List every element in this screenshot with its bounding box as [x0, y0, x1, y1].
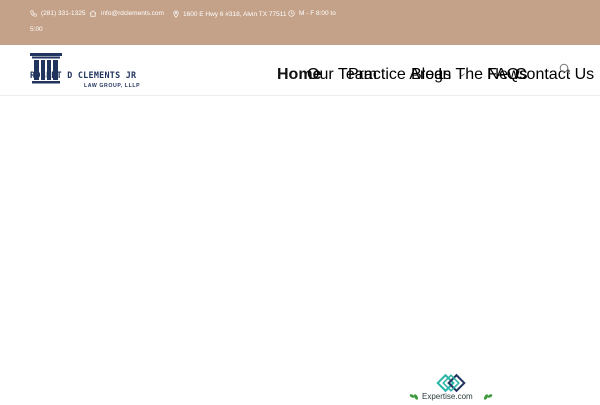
email-contact[interactable]: info@rdclements.com: [89, 10, 164, 17]
clock-icon: [288, 10, 295, 17]
pillar-icon: [30, 53, 62, 84]
address-contact[interactable]: 1600 E Hwy 6 #318, Alvin TX 77511: [173, 10, 286, 18]
street-address: 1600 E Hwy 6 #318, Alvin TX 77511: [183, 10, 287, 18]
email-address: info@rdclements.com: [101, 10, 164, 17]
business-hours: M - F 8:00 to: [288, 10, 336, 17]
expertise-award-badge[interactable]: Expertise.com: [408, 370, 494, 401]
top-info-bar: (281) 331-1325 info@rdclements.com 1600 …: [0, 0, 600, 45]
map-pin-icon: [173, 10, 179, 18]
phone-number: (281) 331-1325: [41, 10, 86, 17]
home-icon: [89, 10, 97, 17]
logo-name: ROBERT D CLEMENTS JR: [30, 71, 137, 81]
logo-subtitle: LAW GROUP, LLLP: [84, 83, 141, 89]
phone-contact[interactable]: (281) 331-1325: [30, 10, 85, 17]
site-logo[interactable]: ROBERT D CLEMENTS JR LAW GROUP, LLLP: [30, 53, 162, 89]
hours-text-continued: 5:00: [30, 26, 43, 33]
phone-icon: [30, 10, 37, 17]
nav-contact-us[interactable]: Contact Us: [515, 66, 594, 84]
hours-text: M - F 8:00 to: [299, 10, 336, 17]
site-header: ROBERT D CLEMENTS JR LAW GROUP, LLLP Hom…: [0, 45, 600, 96]
search-icon[interactable]: [559, 63, 571, 75]
